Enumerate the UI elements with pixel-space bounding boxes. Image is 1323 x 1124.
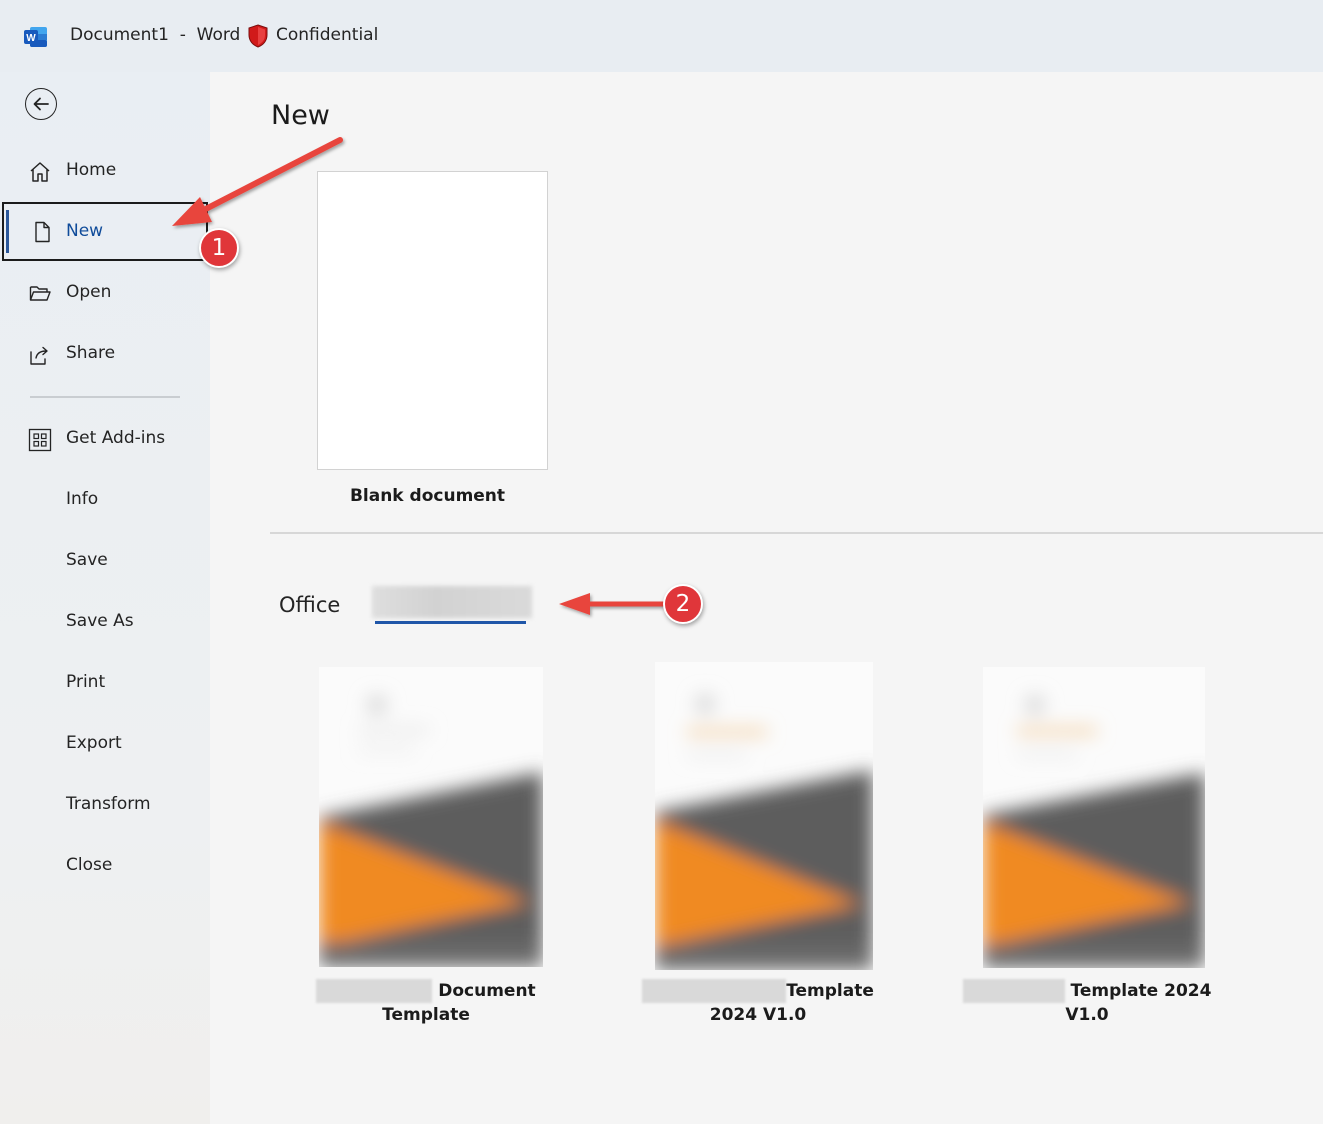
template-caption-line: V1.0 [1065, 1005, 1109, 1025]
tab-redacted[interactable] [372, 586, 532, 618]
redacted-text [962, 979, 1065, 1003]
template-preview-image [983, 667, 1205, 968]
template-caption[interactable]: Template 2024 V1.0 [630, 979, 886, 1027]
share-icon [30, 346, 48, 365]
sidebar-item-close[interactable]: Close [0, 838, 210, 894]
sidebar-item-label: Share [66, 343, 116, 363]
svg-text:W: W [26, 33, 36, 44]
window-title: Document1 - Word [70, 25, 241, 45]
sidebar-item-label: Export [66, 733, 122, 753]
word-app-icon: W [24, 27, 47, 47]
sidebar-item-label: Get Add-ins [66, 428, 166, 448]
sidebar-item-label: Save [66, 550, 108, 570]
home-icon [30, 162, 50, 182]
section-divider [270, 532, 1323, 534]
sidebar-item-home[interactable]: Home [0, 143, 210, 199]
folder-open-icon [29, 286, 51, 301]
template-thumbnail[interactable] [655, 662, 873, 970]
template-preview-image [655, 662, 873, 970]
redacted-text [316, 979, 433, 1003]
sidebar-item-label: Save As [66, 611, 134, 631]
sidebar-item-label: Home [66, 160, 117, 180]
title-bar: W Document1 - Word Confidential [0, 0, 1323, 72]
template-caption-line: Document [438, 981, 536, 1001]
template-preview-image [319, 667, 543, 967]
redacted-text [642, 979, 787, 1003]
sidebar-item-get-add-ins[interactable]: Get Add-ins [0, 411, 210, 467]
annotation-badge-1: 1 [199, 228, 239, 268]
sidebar-item-export[interactable]: Export [0, 716, 210, 772]
template-caption[interactable]: Document Template [300, 979, 552, 1027]
sidebar-item-label: Info [66, 489, 99, 509]
sidebar-item-save[interactable]: Save [0, 533, 210, 589]
sidebar-item-save-as[interactable]: Save As [0, 594, 210, 650]
template-caption-line: Template [786, 981, 874, 1001]
sidebar-item-label: New [66, 221, 104, 241]
sidebar-item-print[interactable]: Print [0, 655, 210, 711]
sidebar-item-share[interactable]: Share [0, 326, 210, 382]
template-caption-line: Template 2024 [1070, 981, 1212, 1001]
back-arrow-icon [33, 97, 49, 111]
template-caption-line: 2024 V1.0 [709, 1005, 807, 1025]
template-caption-line: Template [382, 1005, 470, 1025]
back-button[interactable] [25, 88, 57, 120]
blank-document-thumbnail[interactable] [317, 171, 548, 470]
sidebar-item-label: Open [66, 282, 112, 302]
sensitivity-label[interactable]: Confidential [276, 25, 378, 45]
page-title: New [271, 100, 330, 131]
blank-document-caption[interactable]: Blank document [317, 486, 538, 506]
template-thumbnail[interactable] [319, 667, 543, 967]
grid-icon [28, 428, 52, 452]
active-indicator [6, 210, 9, 253]
active-tab-underline [375, 621, 526, 624]
sidebar-item-label: Print [66, 672, 106, 692]
sidebar-item-label: Transform [66, 794, 151, 814]
sidebar-item-open[interactable]: Open [0, 265, 210, 321]
template-thumbnail[interactable] [983, 667, 1205, 968]
sidebar-item-transform[interactable]: Transform [0, 777, 210, 833]
tab-office[interactable]: Office [279, 593, 340, 617]
sidebar-item-label: Close [66, 855, 113, 875]
annotation-badge-2: 2 [663, 584, 703, 624]
new-document-icon [35, 221, 50, 243]
sidebar-divider [30, 396, 180, 398]
template-caption[interactable]: Template 2024 V1.0 [962, 979, 1212, 1027]
sidebar-item-new[interactable]: New [2, 202, 208, 261]
red-shield-icon[interactable] [247, 24, 269, 48]
sidebar-item-info[interactable]: Info [0, 472, 210, 528]
